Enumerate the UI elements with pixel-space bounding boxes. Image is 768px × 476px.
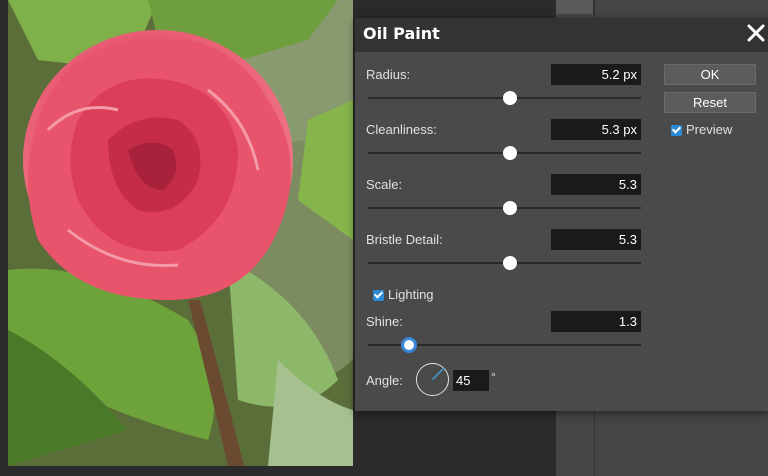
bristle-detail-slider[interactable] (368, 256, 641, 270)
bristle-detail-field[interactable]: 5.3 (551, 229, 641, 250)
dialog-titlebar[interactable]: Oil Paint (355, 18, 768, 52)
radius-field[interactable]: 5.2 px (551, 64, 641, 85)
shine-label: Shine: (366, 314, 403, 329)
document-image[interactable] (8, 0, 353, 466)
oil-paint-dialog: Oil Paint Radius: 5.2 px Cleanliness: 5.… (355, 18, 768, 411)
shine-field[interactable]: 1.3 (551, 311, 641, 332)
radius-label: Radius: (366, 67, 411, 82)
scale-label: Scale: (366, 177, 403, 192)
shine-slider[interactable] (368, 337, 641, 353)
scale-slider[interactable] (368, 201, 641, 215)
close-button[interactable] (745, 22, 767, 44)
cleanliness-slider[interactable] (368, 146, 641, 160)
angle-field[interactable]: 45 (453, 370, 489, 391)
preview-label[interactable]: Preview (686, 122, 732, 137)
bristle-detail-label: Bristle Detail: (366, 232, 443, 247)
bristle-detail-slider-knob[interactable] (502, 256, 517, 270)
scale-field[interactable]: 5.3 (551, 174, 641, 195)
radius-slider-knob[interactable] (502, 91, 517, 105)
angle-unit: ° (491, 370, 496, 384)
camellia-photo (8, 0, 353, 466)
reset-button[interactable]: Reset (664, 92, 756, 113)
scale-slider-knob[interactable] (502, 201, 517, 215)
cleanliness-slider-knob[interactable] (502, 146, 517, 160)
lighting-checkbox[interactable] (373, 290, 384, 301)
panel-tab[interactable] (556, 0, 594, 14)
dialog-title: Oil Paint (363, 24, 440, 43)
radius-slider[interactable] (368, 91, 641, 105)
preview-checkbox[interactable] (671, 125, 682, 136)
cleanliness-field[interactable]: 5.3 px (551, 119, 641, 140)
lighting-label[interactable]: Lighting (388, 287, 434, 302)
ok-button[interactable]: OK (664, 64, 756, 85)
angle-dial[interactable] (416, 363, 449, 396)
close-icon (747, 24, 765, 42)
cleanliness-label: Cleanliness: (366, 122, 437, 137)
angle-indicator-icon (431, 367, 445, 381)
angle-label: Angle: (366, 373, 403, 388)
shine-slider-knob[interactable] (400, 337, 417, 353)
